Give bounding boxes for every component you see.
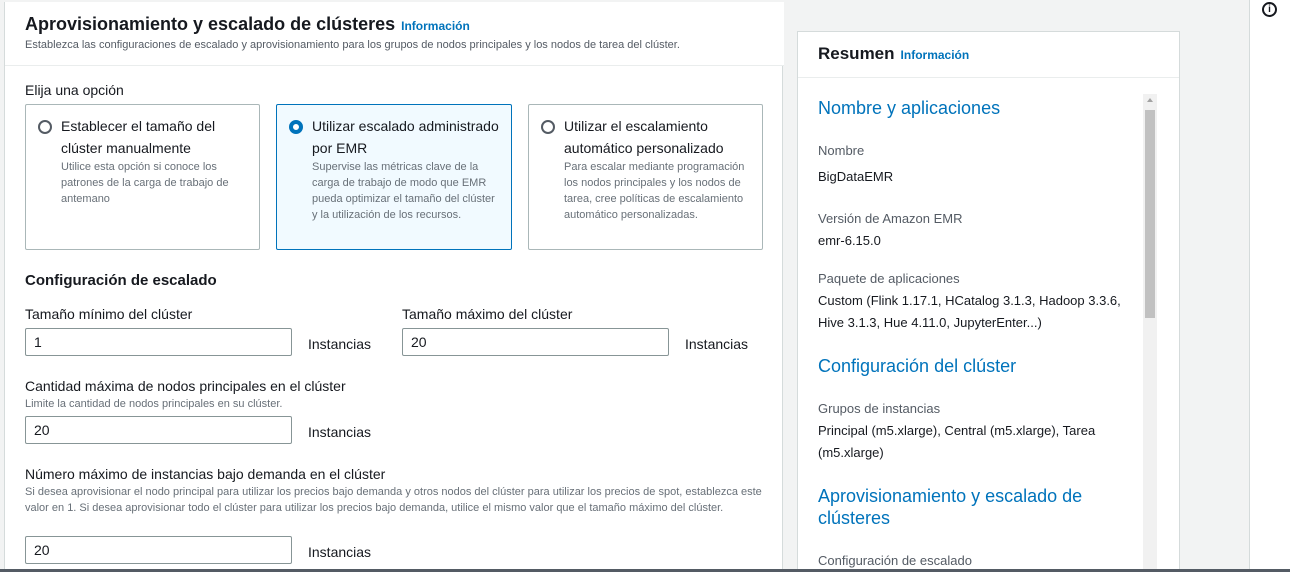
option-title: Establecer el tamaño del clúster manualm… [61,118,216,156]
max-core-unit: Instancias [308,424,372,440]
summary-groups-key: Grupos de instancias [818,401,941,416]
summary-scrollbar[interactable] [1143,94,1157,572]
summary-package-key: Paquete de aplicaciones [818,271,960,286]
choose-option-label: Elija una opción [25,82,124,98]
option-desc: Para escalar mediante programación los n… [564,161,745,221]
max-core-desc: Limite la cantidad de nodos principales … [25,398,283,410]
summary-name-key: Nombre [818,143,865,158]
radio-emr-managed[interactable] [289,120,303,134]
summary-version-value: emr-6.15.0 [818,233,881,248]
summary-section-name-apps[interactable]: Nombre y aplicaciones [818,97,1118,119]
option-title: Utilizar escalado administrado por EMR [312,118,499,156]
summary-header: Resumen Información [798,32,1179,78]
option-desc: Supervise las métricas clave de la carga… [312,161,495,221]
page-subtitle: Establezca las configuraciones de escala… [25,39,680,51]
option-manual-size[interactable]: Establecer el tamaño del clúster manualm… [25,104,260,250]
info-link[interactable]: Información [401,19,470,33]
scroll-up-arrow-icon[interactable] [1147,98,1153,102]
radio-custom-autoscaling[interactable] [541,120,555,134]
max-core-input[interactable] [25,416,292,444]
summary-package-value: Custom (Flink 1.17.1, HCatalog 3.1.3, Ha… [818,293,1121,330]
max-size-unit: Instancias [685,336,749,352]
option-custom-autoscaling[interactable]: Utilizar el escalamiento automático pers… [528,104,763,250]
max-ondemand-label: Número máximo de instancias bajo demanda… [25,466,386,482]
tools-rail: i [1249,0,1290,572]
max-size-input[interactable] [402,328,669,356]
max-ondemand-desc: Si desea aprovisionar el nodo principal … [25,486,762,514]
summary-section-cluster-config[interactable]: Configuración del clúster [818,355,1118,377]
summary-groups-value: Principal (m5.xlarge), Central (m5.xlarg… [818,423,1096,460]
max-ondemand-input[interactable] [25,536,292,564]
option-title: Utilizar el escalamiento automático pers… [564,118,724,156]
min-size-input[interactable] [25,328,292,356]
min-size-label: Tamaño mínimo del clúster [25,306,193,322]
min-size-unit: Instancias [308,336,372,352]
option-emr-managed-scaling[interactable]: Utilizar escalado administrado por EMR S… [276,104,512,250]
provisioning-panel: Aprovisionamiento y escalado de clústere… [4,2,784,572]
summary-title: Resumen Información [818,44,969,64]
summary-title-text: Resumen [818,44,895,63]
summary-version-key: Versión de Amazon EMR [818,211,963,226]
page-title-text: Aprovisionamiento y escalado de clústere… [25,14,396,34]
summary-info-link[interactable]: Información [901,48,970,62]
summary-section-provisioning[interactable]: Aprovisionamiento y escalado de clústere… [818,485,1118,529]
panel-header: Aprovisionamiento y escalado de clústere… [5,2,784,66]
radio-manual[interactable] [38,120,52,134]
scroll-thumb[interactable] [1145,110,1155,318]
option-desc: Utilice esta opción si conoce los patron… [61,161,229,205]
max-ondemand-unit: Instancias [308,544,372,560]
info-icon[interactable]: i [1262,2,1277,17]
scaling-config-heading: Configuración de escalado [25,272,217,289]
summary-scaling-key: Configuración de escalado [818,553,972,568]
summary-panel: Resumen Información Nombre y aplicaciones… [797,31,1180,572]
page-title: Aprovisionamiento y escalado de clústere… [25,14,470,35]
max-core-label: Cantidad máxima de nodos principales en … [25,378,346,394]
summary-name-value: BigDataEMR [818,169,894,184]
max-size-label: Tamaño máximo del clúster [402,306,573,322]
